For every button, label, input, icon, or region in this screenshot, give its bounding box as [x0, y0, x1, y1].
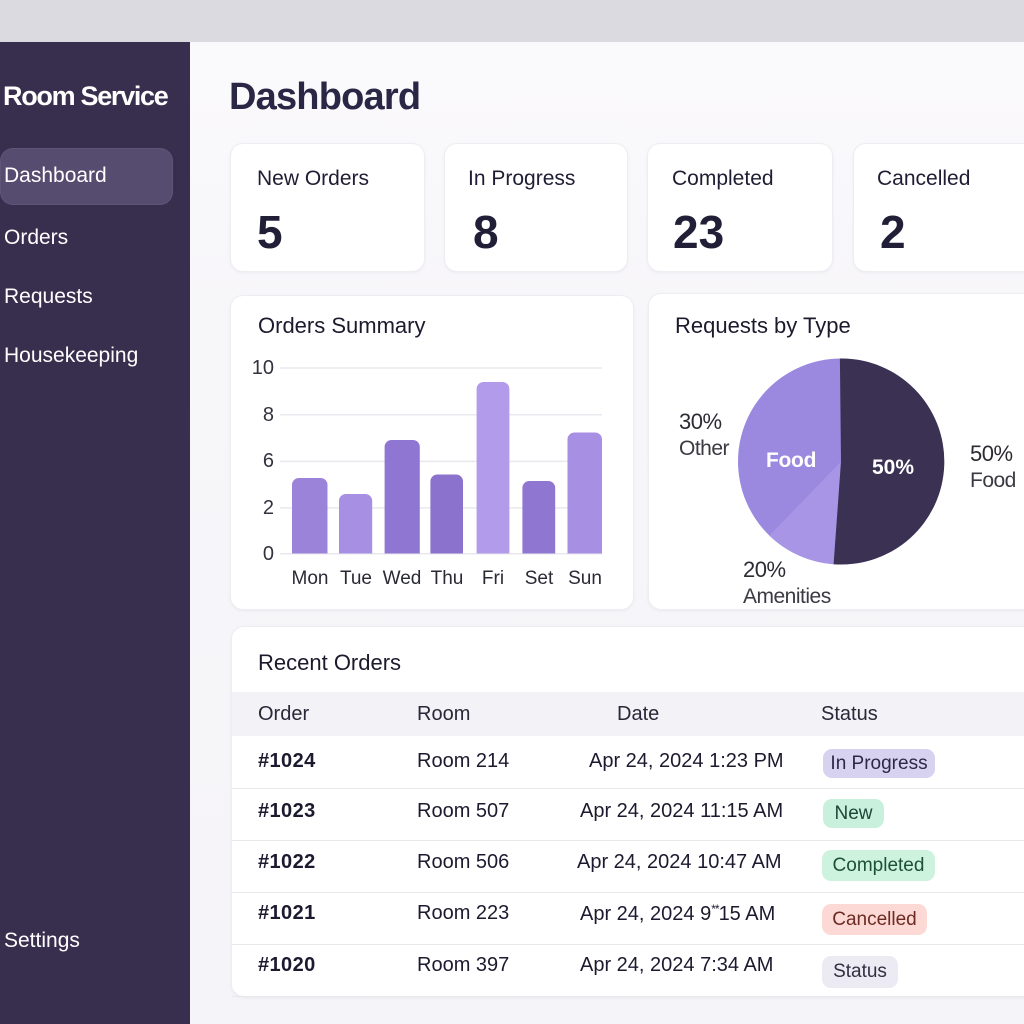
svg-text:Tue: Tue [340, 568, 372, 589]
svg-text:Thu: Thu [431, 568, 464, 589]
svg-text:Fri: Fri [482, 568, 504, 589]
svg-text:10: 10 [252, 357, 274, 379]
svg-text:8: 8 [263, 404, 274, 426]
svg-text:2: 2 [263, 497, 274, 519]
svg-text:6: 6 [263, 450, 274, 472]
svg-text:Wed: Wed [383, 568, 422, 589]
svg-text:Set: Set [525, 568, 554, 589]
svg-text:0: 0 [263, 543, 274, 565]
svg-text:Sun: Sun [568, 568, 602, 589]
svg-text:Mon: Mon [292, 568, 329, 589]
